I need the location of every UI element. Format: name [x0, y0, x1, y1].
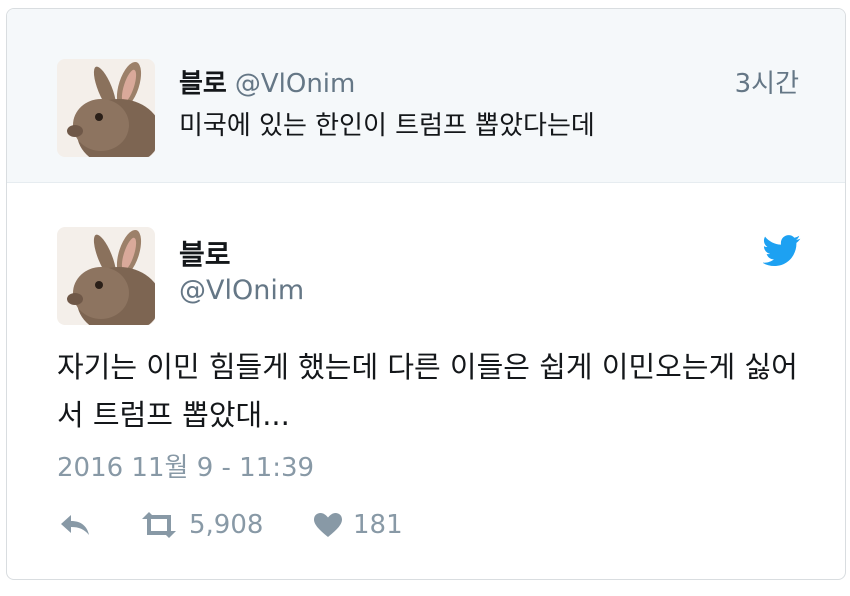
author-handle[interactable]: @VlOnim — [179, 275, 304, 306]
parent-timestamp[interactable]: 3시간 — [735, 63, 799, 100]
tweet-timestamp[interactable]: 2016 11월 9 - 11:39 — [57, 447, 314, 484]
retweet-icon — [142, 512, 176, 538]
reply-icon — [61, 515, 89, 535]
parent-avatar[interactable] — [57, 59, 155, 157]
like-count: 181 — [353, 510, 403, 540]
parent-tweet-text: 미국에 있는 한인이 트럼프 뽑았다는데 — [179, 111, 595, 141]
parent-author-name[interactable]: 블로 — [179, 69, 227, 99]
parent-tweet[interactable]: 블로 @VlOnim 3시간 미국에 있는 한인이 트럼프 뽑았다는데 — [7, 9, 845, 183]
retweet-count: 5,908 — [189, 510, 264, 540]
parent-author[interactable]: 블로 @VlOnim — [179, 63, 355, 100]
retweet-button[interactable]: 5,908 — [139, 505, 263, 545]
like-button[interactable]: 181 — [313, 505, 403, 545]
reply-button[interactable] — [59, 505, 91, 545]
tweet-card: 블로 @VlOnim 3시간 미국에 있는 한인이 트럼프 뽑았다는데 블로 @V… — [6, 8, 846, 580]
twitter-bird-icon[interactable] — [763, 235, 801, 267]
heart-icon — [314, 513, 342, 537]
tweet-actions: 5,908 181 — [57, 505, 557, 545]
author-avatar[interactable] — [57, 227, 155, 325]
tweet-text: 자기는 이민 힘들게 했는데 다른 이들은 쉽게 이민오는게 싫어서 트럼프 뽑… — [57, 350, 798, 432]
parent-author-handle[interactable]: @VlOnim — [235, 69, 356, 99]
author-name[interactable]: 블로 — [179, 233, 231, 273]
